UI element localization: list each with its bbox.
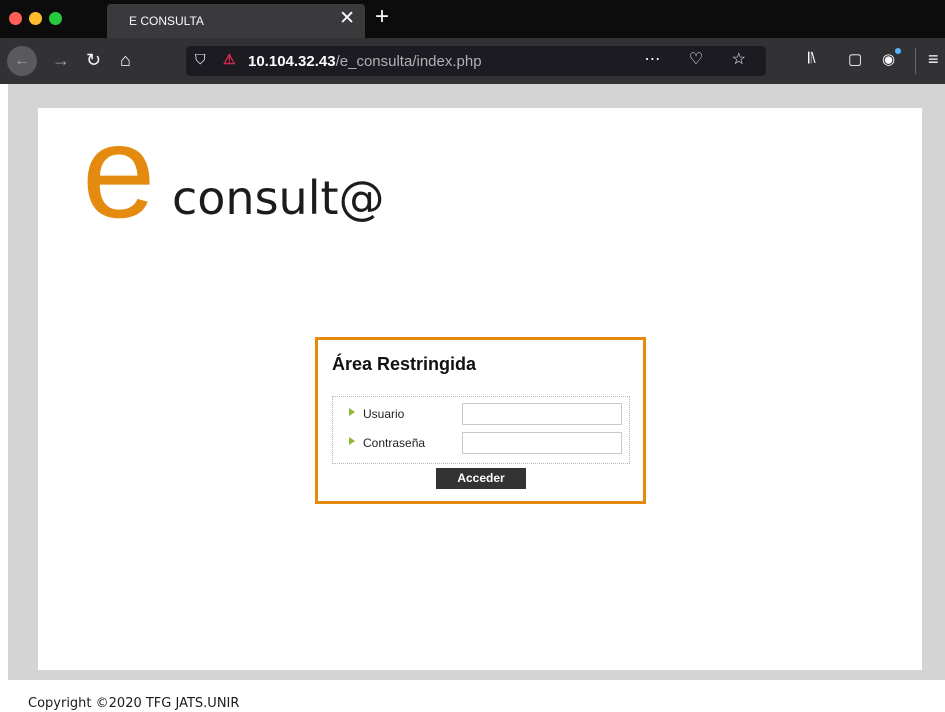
url-text[interactable]: 10.104.32.43/e_consulta/index.php xyxy=(248,53,482,70)
notification-dot xyxy=(895,48,901,54)
url-path: /e_consulta/index.php xyxy=(335,53,482,70)
bullet-arrow-icon xyxy=(349,437,355,445)
user-row: Usuario xyxy=(333,403,631,427)
password-input[interactable] xyxy=(462,432,622,454)
new-tab-icon[interactable]: + xyxy=(375,3,389,31)
active-tab[interactable]: E CONSULTA ✕ xyxy=(107,4,365,38)
browser-tab-bar: E CONSULTA ✕ + xyxy=(0,0,945,38)
tab-title: E CONSULTA xyxy=(129,14,204,28)
account-icon[interactable]: ◉ xyxy=(882,50,895,68)
user-label: Usuario xyxy=(363,407,405,421)
login-box: Área Restringida Usuario Contraseña Acce… xyxy=(315,337,646,504)
back-arrow-icon[interactable]: ← xyxy=(7,46,37,76)
footer: Copyright ©2020 TFG JATS.UNIR xyxy=(0,680,945,712)
acceder-button[interactable]: Acceder xyxy=(436,468,526,489)
browser-nav-bar: ← → ↻ ⌂ ⛉ ⚠ 10.104.32.43/e_consulta/inde… xyxy=(0,38,945,84)
window-minimize-button[interactable] xyxy=(29,12,42,25)
econsulta-logo: e consult@ xyxy=(82,106,422,240)
password-label: Contraseña xyxy=(363,436,426,450)
address-bar[interactable]: ⛉ ⚠ 10.104.32.43/e_consulta/index.php ⋯ … xyxy=(186,46,766,76)
password-row: Contraseña xyxy=(333,432,631,456)
insecure-connection-icon[interactable]: ⚠ xyxy=(223,51,236,68)
url-host: 10.104.32.43 xyxy=(248,53,336,70)
reload-icon[interactable]: ↻ xyxy=(86,50,101,70)
tab-close-icon[interactable]: ✕ xyxy=(339,9,355,29)
logo-letter-e: e xyxy=(82,98,156,245)
login-fieldset: Usuario Contraseña xyxy=(332,396,630,464)
logo-text: consult@ xyxy=(172,171,385,225)
page-actions-icons[interactable]: ⋯ ♡ ☆ xyxy=(644,49,758,69)
toolbar-divider xyxy=(915,48,916,74)
library-icon[interactable]: 𝄃\ xyxy=(808,50,816,67)
home-icon[interactable]: ⌂ xyxy=(120,50,131,70)
bullet-arrow-icon xyxy=(349,408,355,416)
user-input[interactable] xyxy=(462,403,622,425)
window-maximize-button[interactable] xyxy=(49,12,62,25)
sidebar-icon[interactable]: ▢ xyxy=(848,50,862,68)
menu-icon[interactable]: ≡ xyxy=(928,49,939,70)
tracking-shield-icon[interactable]: ⛉ xyxy=(195,51,206,68)
copyright-text: Copyright ©2020 TFG JATS.UNIR xyxy=(28,696,240,711)
forward-arrow-icon[interactable]: → xyxy=(52,50,70,70)
window-close-button[interactable] xyxy=(9,12,22,25)
login-title: Área Restringida xyxy=(332,354,477,374)
